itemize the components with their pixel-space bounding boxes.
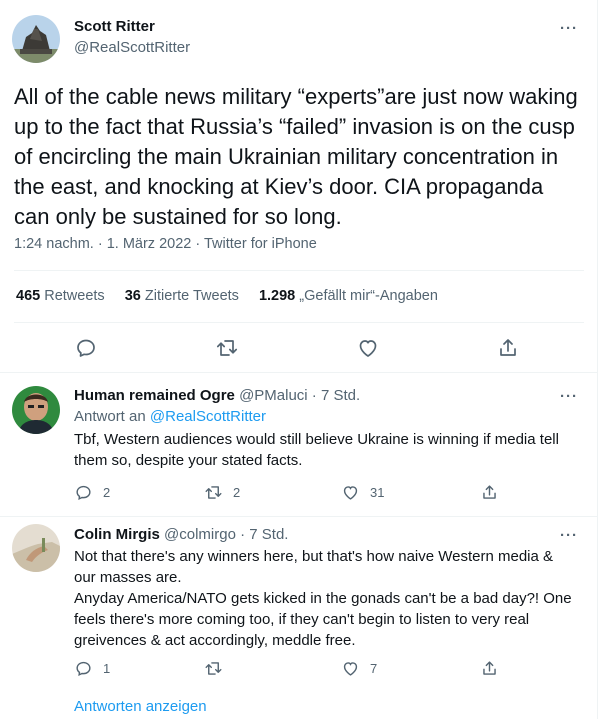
reply-text-2: Anyday America/NATO gets kicked in the g…	[74, 590, 572, 649]
share-icon	[483, 660, 496, 675]
quotes-label[interactable]: Zitierte Tweets	[145, 288, 239, 304]
reply-author-handle[interactable]: @colmirgo	[164, 526, 236, 543]
likes-count[interactable]: 1.298	[259, 288, 295, 304]
tweet-time[interactable]: 1:24 nachm.	[14, 236, 94, 252]
like-button[interactable]: 7	[341, 658, 377, 678]
reply-author-name[interactable]: Human remained Ogre	[74, 387, 235, 404]
retweet-button[interactable]: 2	[204, 482, 240, 502]
divider	[0, 516, 597, 517]
reply-avatar[interactable]	[12, 386, 60, 434]
retweets-count[interactable]: 465	[16, 288, 40, 304]
retweet-count: 2	[233, 484, 241, 500]
like-icon	[343, 485, 358, 500]
retweets-label[interactable]: Retweets	[44, 288, 104, 304]
retweet-icon	[205, 485, 222, 499]
like-icon[interactable]	[356, 336, 380, 360]
tweet-date[interactable]: 1. März 2022	[107, 236, 192, 252]
replying-to: Antwort an @RealScottRitter	[74, 408, 266, 425]
like-count: 31	[370, 484, 385, 500]
reply-author-handle[interactable]: @PMaluci	[239, 387, 308, 404]
reply-count: 2	[103, 484, 111, 500]
author-name[interactable]: Scott Ritter	[74, 18, 155, 35]
retweet-icon	[205, 661, 222, 675]
share-icon[interactable]	[496, 336, 520, 360]
reply-count: 1	[103, 660, 111, 676]
tweet-thread: Scott Ritter @RealScottRitter ··· All of…	[0, 0, 598, 719]
divider	[0, 372, 597, 373]
reply-age[interactable]: 7 Std.	[249, 526, 288, 543]
ogre-avatar-image	[12, 386, 60, 434]
reply-author: Colin Mirgis @colmirgo · 7 Std.	[74, 526, 288, 543]
like-button[interactable]: 31	[341, 482, 384, 502]
separator: ·	[191, 236, 204, 252]
reply-icon	[76, 485, 91, 500]
tweet-source[interactable]: Twitter for iPhone	[204, 236, 317, 252]
more-options-icon[interactable]: ···	[560, 527, 578, 544]
share-button[interactable]	[480, 482, 509, 502]
reply-button[interactable]: 2	[74, 482, 110, 502]
separator: ·	[307, 387, 321, 404]
like-count: 7	[370, 660, 378, 676]
more-options-icon[interactable]: ···	[560, 388, 578, 405]
retweet-icon[interactable]	[215, 336, 239, 360]
share-button[interactable]	[480, 658, 509, 678]
likes-label[interactable]: „Gefällt mir“-Angaben	[299, 288, 438, 304]
retweet-button[interactable]	[204, 658, 233, 678]
share-icon	[483, 484, 496, 499]
replying-to-handle[interactable]: @RealScottRitter	[150, 408, 266, 425]
reply-text-1: Not that there's any winners here, but t…	[74, 548, 554, 586]
divider	[14, 322, 584, 323]
statue-avatar-image	[12, 15, 60, 63]
reply-author-name[interactable]: Colin Mirgis	[74, 526, 160, 543]
separator: ·	[235, 526, 250, 543]
tweet-text: All of the cable news military “experts”…	[14, 84, 578, 229]
tweet-meta: 1:24 nachm. · 1. März 2022 · Twitter for…	[14, 236, 317, 252]
show-replies-link[interactable]: Antworten anzeigen	[74, 698, 207, 715]
reply-author: Human remained Ogre @PMaluci · 7 Std.	[74, 387, 360, 404]
author-avatar[interactable]	[12, 15, 60, 63]
separator: ·	[93, 236, 107, 252]
author-handle[interactable]: @RealScottRitter	[74, 39, 190, 56]
quotes-count[interactable]: 36	[125, 288, 141, 304]
reply-avatar[interactable]	[12, 524, 60, 572]
replying-to-prefix: Antwort an	[74, 408, 146, 425]
reply-text: Tbf, Western audiences would still belie…	[74, 431, 559, 469]
reply-button[interactable]: 1	[74, 658, 110, 678]
reply-icon	[76, 661, 91, 676]
reply-icon[interactable]	[74, 336, 98, 360]
divider	[14, 270, 584, 271]
like-icon	[343, 661, 358, 676]
tweet-stats: 465 Retweets 36 Zitierte Tweets 1.298 „G…	[16, 288, 454, 304]
hand-avatar-image	[12, 524, 60, 572]
reply-age[interactable]: 7 Std.	[321, 387, 360, 404]
more-options-icon[interactable]: ···	[560, 20, 578, 37]
